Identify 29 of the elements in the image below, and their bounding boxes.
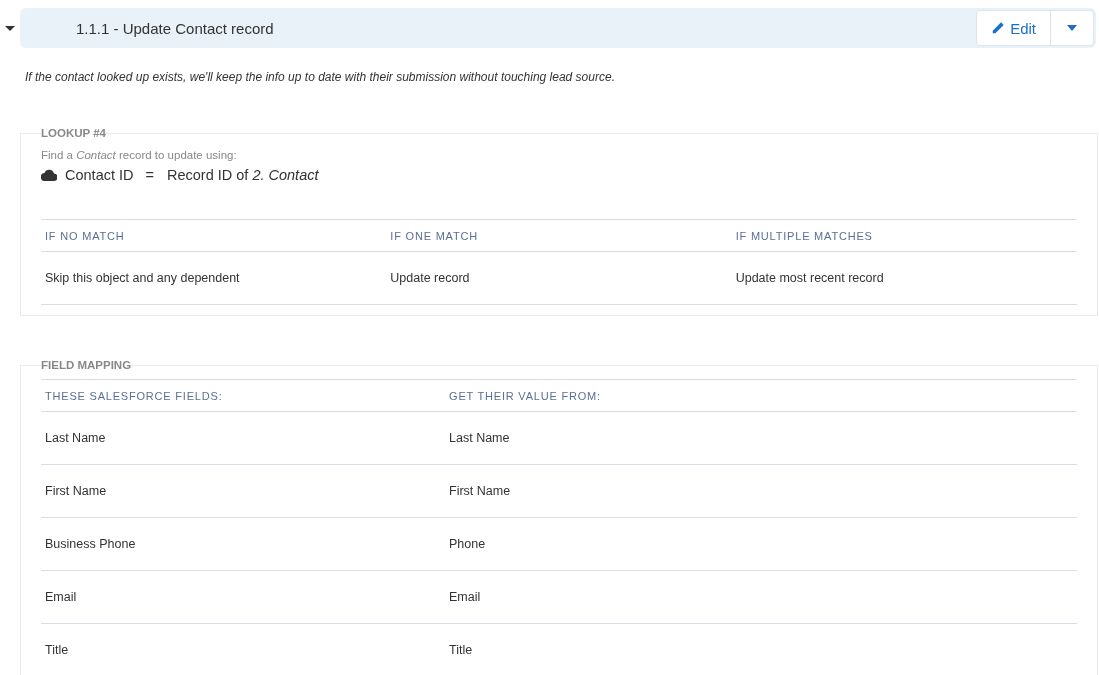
column-header: IF NO MATCH	[41, 219, 387, 252]
section-legend: LOOKUP #4	[41, 127, 106, 139]
table-cell: Last Name	[445, 411, 1077, 465]
table-cell: Email	[41, 570, 446, 624]
table-cell: Update record	[386, 251, 732, 305]
column-header: IF MULTIPLE MATCHES	[731, 219, 1077, 252]
description-text: If the contact looked up exists, we'll keep the info up to date with their submission without touching lead source.	[25, 70, 616, 84]
column-header: THESE SALESFORCE FIELDS:	[41, 379, 446, 412]
table-cell: Update most recent record	[731, 251, 1077, 305]
table-cell: Skip this object and any dependent	[41, 251, 387, 305]
table-cell: Business Phone	[41, 517, 446, 571]
table-cell: Email	[445, 570, 1077, 624]
column-header: GET THEIR VALUE FROM:	[445, 379, 1077, 412]
cloud-icon	[41, 169, 57, 181]
lookup-intro: Find a Contact record to update using:	[41, 149, 238, 161]
table-cell: First Name	[41, 464, 446, 518]
lookup-value: Record ID of 2. Contact	[166, 167, 319, 183]
operator: =	[145, 167, 154, 183]
section-legend: FIELD MAPPING	[41, 359, 132, 371]
table-cell: Title	[41, 623, 446, 675]
table-cell: Title	[445, 623, 1077, 675]
table-cell: First Name	[445, 464, 1077, 518]
step-title: 1.1.1 - Update Contact record	[76, 19, 275, 37]
table-cell: Phone	[445, 517, 1077, 571]
caret-down-icon	[1067, 25, 1077, 31]
column-header: IF ONE MATCH	[386, 219, 732, 252]
lookup-field: Contact ID	[65, 167, 134, 183]
table-cell: Last Name	[41, 411, 446, 465]
pencil-icon	[991, 21, 1006, 35]
